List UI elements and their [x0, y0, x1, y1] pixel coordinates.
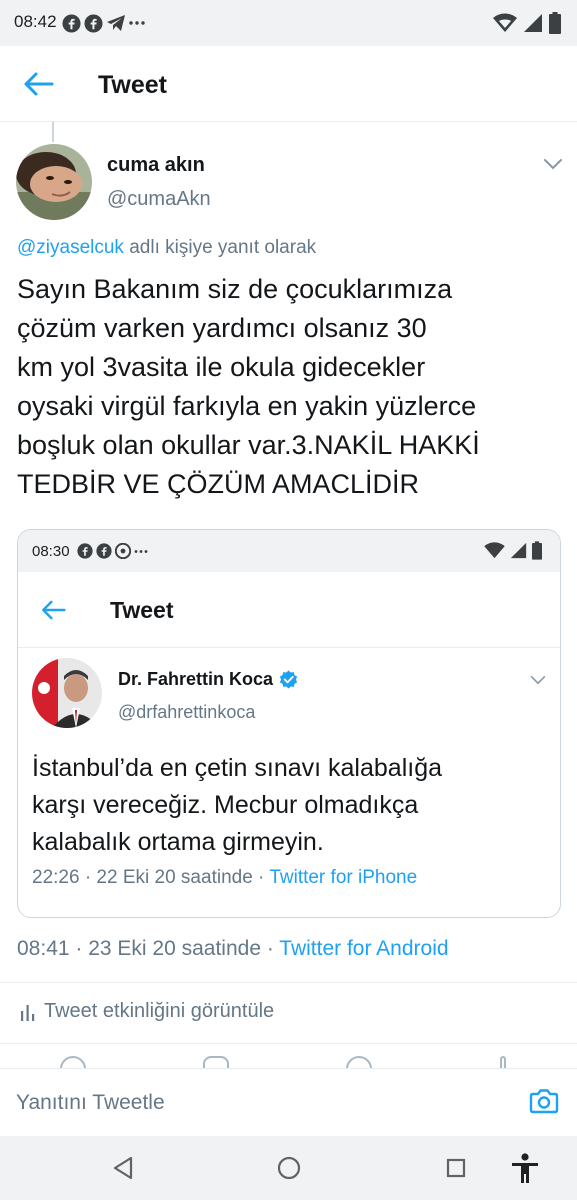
reply-composer: Yanıtını Tweetle	[0, 1068, 577, 1136]
reply-suffix: adlı kişiye yanıt olarak	[123, 237, 317, 258]
screenshot-timestamp: 22:26 · 22 Eki 20 saatinde ·	[32, 867, 270, 888]
nav-recents-icon[interactable]	[446, 1158, 466, 1178]
notification-icons	[62, 13, 145, 33]
screenshot-author: Dr. Fahrettin Koca	[118, 669, 298, 690]
wifi-icon	[493, 13, 517, 32]
chevron-down-icon[interactable]	[543, 157, 563, 171]
screenshot-status-time: 08:30	[32, 543, 70, 560]
camera-icon[interactable]	[529, 1086, 559, 1116]
status-time: 08:42	[14, 12, 57, 31]
tweet-meta: 08:41 · 23 Eki 20 saatinde · Twitter for…	[17, 937, 449, 961]
reply-mention-link[interactable]: @ziyaselcuk	[17, 237, 124, 258]
tweet-activity-link[interactable]: Tweet etkinliğini görüntüle	[20, 1000, 274, 1023]
author-handle[interactable]: @cumaAkn	[107, 188, 211, 211]
accessibility-icon[interactable]	[510, 1152, 540, 1184]
author-name[interactable]: cuma akın	[107, 154, 205, 177]
screenshot-notification-icons	[77, 543, 148, 559]
more-dots-icon	[134, 549, 148, 553]
screenshot-text-line: İstanbul’da en çetin sınavı kalabalığa	[32, 754, 442, 782]
chrome-icon	[115, 543, 131, 559]
screenshot-tweet-meta: 22:26 · 22 Eki 20 saatinde · Twitter for…	[32, 867, 417, 889]
chevron-down-icon	[530, 676, 546, 685]
screenshot-app-bar: Tweet	[18, 572, 560, 648]
reply-context: @ziyaselcuk adlı kişiye yanıt olarak	[17, 237, 316, 259]
wifi-icon	[484, 542, 505, 559]
tweet-activity-label: Tweet etkinliğini görüntüle	[44, 1000, 275, 1022]
page-title: Tweet	[98, 71, 167, 99]
back-arrow-icon[interactable]	[22, 70, 54, 98]
tweet-text-line: boşluk olan okullar var.3.NAKİL HAKKİ	[17, 430, 480, 460]
system-nav-bar	[0, 1136, 577, 1200]
back-arrow-icon	[42, 600, 66, 620]
telegram-icon	[107, 15, 125, 31]
divider	[0, 982, 577, 983]
tweet-timestamp: 08:41 · 23 Eki 20 saatinde ·	[17, 937, 280, 960]
facebook-icon	[96, 543, 112, 559]
divider	[0, 1043, 577, 1044]
screenshot-author-name: Dr. Fahrettin Koca	[118, 669, 274, 689]
battery-icon	[549, 12, 561, 34]
nav-back-icon[interactable]	[112, 1156, 134, 1180]
tweet-text: Sayın Bakanım siz de çocuklarımıza çözüm…	[17, 270, 565, 504]
avatar-image	[16, 144, 92, 220]
screenshot-system-icons	[484, 541, 542, 560]
system-icons	[493, 12, 561, 34]
screenshot-title: Tweet	[110, 597, 174, 623]
more-dots-icon	[129, 21, 145, 25]
screenshot-text-line: kalabalık ortama girmeyin.	[32, 828, 324, 856]
nav-home-icon[interactable]	[277, 1156, 301, 1180]
analytics-icon	[21, 1004, 35, 1021]
tweet-text-line: TEDBİR VE ÇÖZÜM AMACLİDİR	[17, 469, 420, 499]
reply-input[interactable]: Yanıtını Tweetle	[16, 1091, 165, 1115]
facebook-icon	[62, 13, 81, 33]
battery-icon	[532, 541, 542, 560]
thread-line	[52, 122, 54, 142]
verified-badge-icon	[279, 670, 298, 689]
tweet-text-line: km yol 3vasita ile okula gidecekler	[17, 352, 426, 382]
tweet-text-line: çözüm varken yardımcı olsanız 30	[17, 313, 427, 343]
screenshot-status-bar: 08:30	[18, 530, 560, 572]
app-bar: Tweet	[0, 46, 577, 122]
facebook-icon	[77, 543, 93, 559]
tweet-text-line: Sayın Bakanım siz de çocuklarımıza	[17, 274, 453, 304]
avatar[interactable]	[16, 144, 92, 220]
source-link[interactable]: Twitter for Android	[279, 937, 448, 960]
screenshot-text-line: karşı vereceğiz. Mecbur olmadıkça	[32, 791, 419, 819]
screenshot-source-link: Twitter for iPhone	[269, 867, 418, 888]
signal-icon	[510, 542, 527, 559]
screenshot-avatar	[32, 658, 102, 728]
status-bar: 08:42	[0, 0, 577, 46]
screenshot-tweet-text: İstanbul’da en çetin sınavı kalabalığa k…	[32, 750, 552, 861]
attached-screenshot[interactable]: 08:30 Tweet Dr. Fahrettin Koca @drfahret…	[17, 529, 561, 918]
avatar-image	[32, 658, 102, 728]
facebook-icon	[84, 13, 103, 33]
tweet-text-line: oysaki virgül farkıyla en yakin yüzlerce	[17, 391, 477, 421]
screenshot-author-handle: @drfahrettinkoca	[118, 702, 256, 722]
signal-icon	[524, 14, 542, 32]
